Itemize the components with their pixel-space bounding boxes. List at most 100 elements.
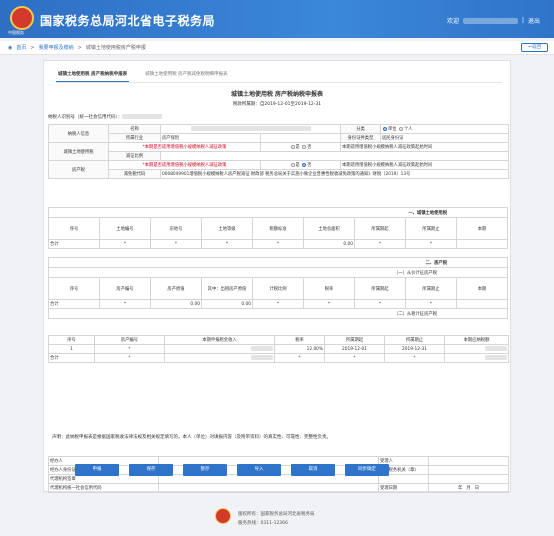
period-start: 2019-12-01 [324,344,385,354]
land-tax-table: 一、城镇土地使用税 序号 土地编号 宗地号 土地等级 税额标准 土地总面积 所属… [48,207,508,249]
radio-unit[interactable] [383,126,387,131]
star-cell: * [405,239,457,249]
footer-text: 版权所有：国家税务总局河北省税务局 服务热线：0311-12366 [238,510,315,528]
radio-individual-label: 个人 [403,127,413,132]
action-buttons: 申报 保存 暂存 导入 取消 同步确定 [75,464,389,476]
username-redacted [462,17,518,24]
radio-land-yes[interactable] [290,144,295,149]
tab-declaration[interactable]: 城镇土地使用税 房产税纳税申报表 [56,69,130,82]
declare-button[interactable]: 申报 [75,464,119,476]
breadcrumb-separator: > [30,44,35,51]
industry-label: 所属行业 [108,133,161,143]
col-header: 其中：出租房产原值 [201,277,253,300]
idtype-value: 居民身份证 [380,133,509,143]
section-property-tax: 二、房产税 [48,257,508,268]
year-label: 年 [457,486,463,491]
logout-link[interactable]: 退出 [528,16,540,25]
col-header: 所属期止 [405,277,457,300]
receive-date-label: 受理日期 [378,483,429,493]
tab-reduction-detail[interactable]: 城镇土地使用税 房产税减免税明细申报表 [143,69,229,82]
yes-label: 是 [295,145,300,150]
radio-individual[interactable] [398,126,403,131]
property-yes-no[interactable]: 是 否 [260,160,341,170]
land-yes-no[interactable]: 是 否 [260,142,341,152]
star-cell: * [405,299,457,309]
col-header: 序号 [48,335,95,345]
total-original-value: 0.00 [150,299,202,309]
star-cell: * [274,353,325,363]
form-card: 城镇土地使用税 房产税纳税申报表 城镇土地使用税 房产税减免税明细申报表 城镇土… [43,60,511,493]
row-index: 1 [48,344,95,354]
land-tax-label: 城镇土地使用税 [48,142,109,161]
radio-land-no[interactable] [302,144,307,149]
col-header: 序号 [48,277,100,300]
total-label: 合计 [48,239,100,249]
rent-based-table: 序号 房产编号 本期申报租金收入 税率 所属期起 所属期止 本期应纳税额 1 *… [48,335,509,363]
col-header: 本期 [456,277,508,300]
star-cell: * [99,239,151,249]
property-tax-table: 二、房产税 （一）从价计征房产税 序号 房产编号 房产原值 其中：出租房产原值 … [48,257,508,319]
star-cell: * [303,299,355,309]
import-button[interactable]: 导入 [237,464,281,476]
yes-label: 是 [295,163,300,168]
total-label: 合计 [48,299,100,309]
col-header: 土地等级 [201,217,253,240]
table-row[interactable]: 1 * 12.00% 2019-12-01 2019-12-31 [48,344,509,354]
breadcrumb-level1[interactable]: 我要申报及缴纳 [39,44,74,51]
col-header: 土地总面积 [303,217,355,240]
total-land-area: 0.00 [303,239,355,249]
col-header: 所属期起 [324,335,385,345]
rent-income-redacted [164,344,275,354]
col-header: 计税比例 [252,277,304,300]
back-label: 返回 [532,45,541,50]
land-small-question: *本期是否适用增值税小规模纳税人减征政策 [108,142,261,152]
total-label: 合计 [48,353,95,363]
footer-emblem-logo [215,508,231,524]
col-header: 本期 [456,217,508,240]
idtype-label: 身份证件类型 [340,133,381,143]
star-cell: * [324,353,385,363]
sync-confirm-button[interactable]: 同步确定 [345,464,389,476]
month-label: 月 [466,486,471,491]
save-button[interactable]: 保存 [129,464,173,476]
col-header: 税率 [274,335,325,345]
receive-date-value: 年 月 日 [428,483,509,493]
subsection-rent-based: （二）从租计征房产税 [48,308,508,319]
cancel-button[interactable]: 取消 [291,464,335,476]
taxpayer-info-label: 纳税人信息 [48,124,109,143]
industry-value: 房产保险 [160,133,261,143]
tax-rate: 12.00% [274,344,325,354]
no-label: 否 [307,145,312,150]
taxpayer-info-table: 纳税人信息 名称 分类 单位 个人 所属行业 房产保险 身份证件类型 居民身份证… [48,124,509,179]
star-cell: * [354,239,406,249]
taxpayer-id-row: 纳税人识别号（统一社会信用代码）： [48,114,163,120]
breadcrumb-home[interactable]: 首页 [16,44,26,51]
no-label: 否 [307,163,312,168]
star-cell: * [99,299,151,309]
radio-prop-yes[interactable] [290,162,295,167]
declaration-text: 声明：此纳税申报表是根据国家税收法律法规及相关规定填写的，本人（单位）对填报内容… [52,435,331,440]
name-value [160,124,341,134]
star-cell: * [94,344,165,354]
user-area: 欢迎 | 退出 [447,16,540,25]
tax-period: 税款所属期：自2019-12-01至2019-12-31 [232,102,322,107]
section-land-tax: 一、城镇土地使用税 [48,207,508,218]
col-header: 所属期止 [384,335,445,345]
radio-prop-no[interactable] [302,162,307,167]
logo-subtitle: 中国税务 [8,30,24,35]
back-button[interactable]: ↩返回 [521,43,548,52]
col-header: 本期应纳税额 [444,335,509,345]
temp-save-button[interactable]: 暂存 [183,464,227,476]
col-header: 所属期止 [405,217,457,240]
category-radios[interactable]: 单位 个人 [380,124,509,134]
form-tabs: 城镇土地使用税 房产税纳税申报表 城镇土地使用税 房产税减免税明细申报表 [56,69,230,82]
col-header: 税额标准 [252,217,304,240]
period-end: 2019-12-31 [384,344,445,354]
total-rental-value: 0.00 [201,299,253,309]
col-header: 土地编号 [99,217,151,240]
property-small-question: *本期是否适用增值税小规模纳税人减征政策 [108,160,261,170]
col-header: 所属期起 [354,217,406,240]
taxpayer-id-redacted [122,114,163,119]
star-cell: * [252,299,304,309]
agent-code-label: 代理机构统一社会信用代码 [48,483,159,493]
